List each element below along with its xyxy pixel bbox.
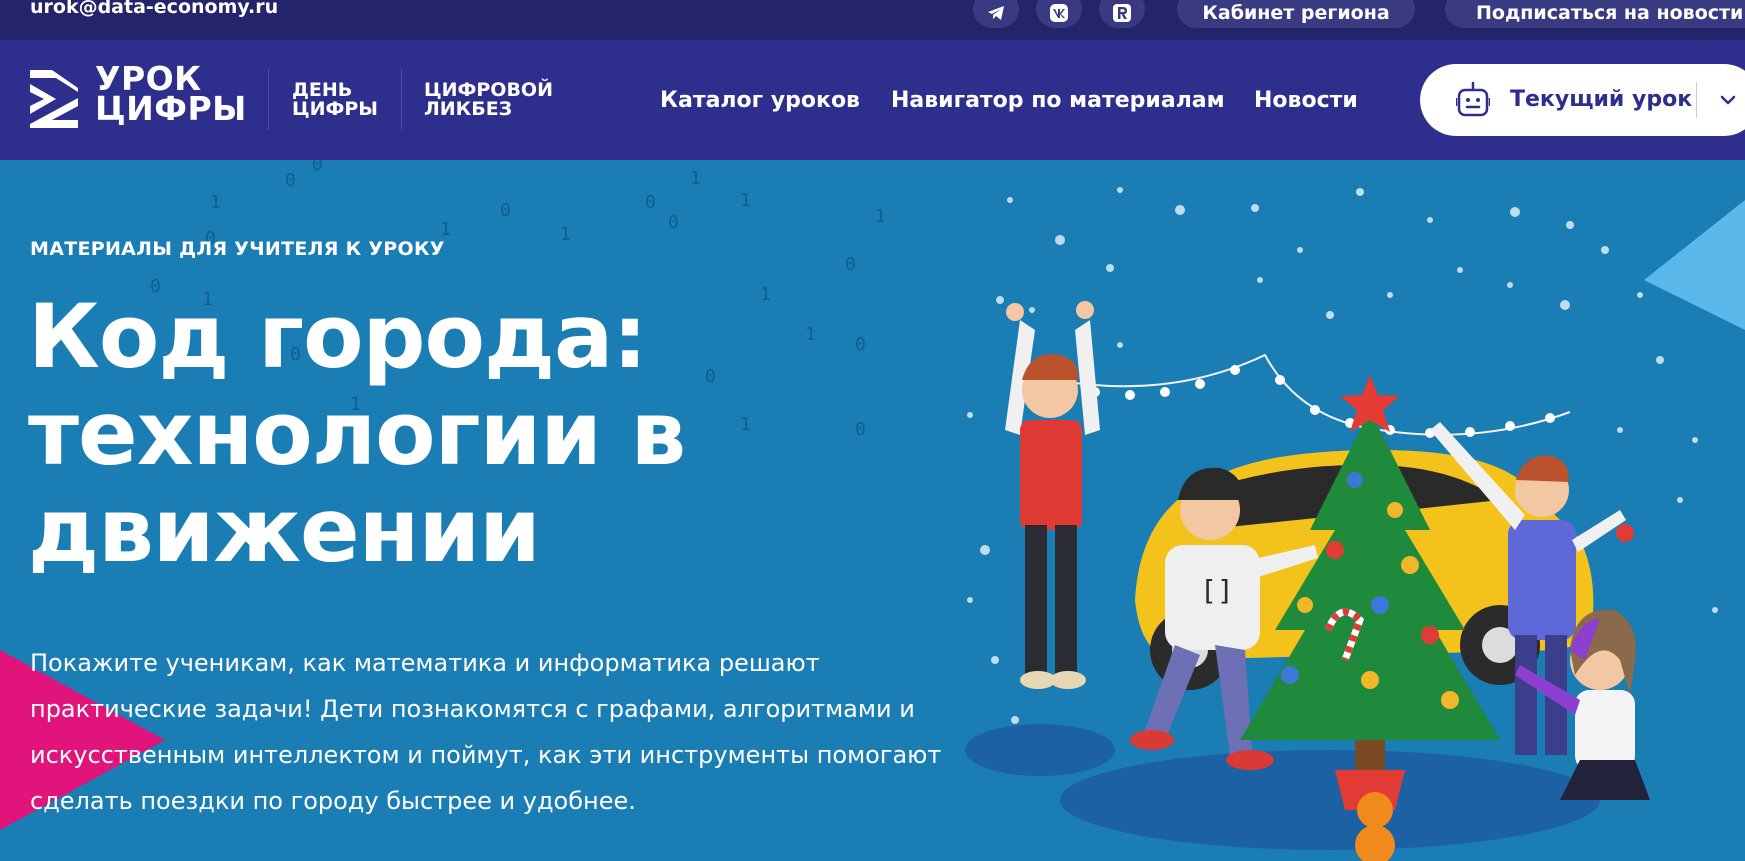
- svg-text:0: 0: [312, 160, 323, 175]
- brand2-line-2: ЦИФРЫ: [292, 98, 378, 120]
- svg-text:1: 1: [875, 206, 886, 227]
- svg-text:1: 1: [210, 192, 221, 213]
- rutube-button[interactable]: [1099, 0, 1145, 28]
- nav-materials-navigator[interactable]: Навигатор по материалам: [891, 88, 1225, 113]
- vk-button[interactable]: [1036, 0, 1082, 28]
- hero-eyebrow: МАТЕРИАЛЫ ДЛЯ УЧИТЕЛЯ К УРОКУ: [30, 238, 445, 260]
- brand3-line-2: ЛИКБЕЗ: [424, 98, 513, 120]
- logo-mark-icon[interactable]: [30, 70, 78, 128]
- top-bar: urok@data-economy.ru Кабинет региона Под…: [0, 0, 1745, 40]
- subscribe-news-button[interactable]: Подписаться на новости: [1445, 0, 1745, 28]
- figure-boy-red-vest: [1005, 301, 1100, 689]
- svg-text:0: 0: [668, 212, 679, 233]
- svg-text:1: 1: [740, 190, 751, 211]
- svg-text:1: 1: [690, 168, 701, 189]
- robot-icon: [1456, 82, 1490, 117]
- current-lesson-label: Текущий урок: [1510, 87, 1693, 112]
- button-separator: [1696, 82, 1697, 118]
- hero-section: 001 110 001 110 001 110 001 01 МАТЕРИАЛЫ…: [0, 160, 1745, 861]
- svg-text:[]: []: [1200, 574, 1234, 607]
- svg-text:0: 0: [855, 419, 866, 440]
- region-cabinet-button[interactable]: Кабинет региона: [1177, 0, 1415, 28]
- chevron-down-icon[interactable]: [1718, 90, 1738, 110]
- logo-text[interactable]: УРОК ЦИФРЫ: [95, 62, 247, 128]
- brand-divider: [268, 68, 269, 130]
- page-title: Код города: технологии в движении: [28, 285, 686, 582]
- svg-text:1: 1: [760, 284, 771, 305]
- svg-text:1: 1: [440, 219, 451, 240]
- nav-lesson-catalog[interactable]: Каталог уроков: [660, 88, 860, 113]
- hero-description: Покажите ученикам, как математика и инфо…: [30, 649, 942, 815]
- brand-divider: [401, 68, 402, 130]
- nav-news[interactable]: Новости: [1254, 88, 1358, 113]
- rutube-icon: [1113, 4, 1131, 22]
- site-header: УРОК ЦИФРЫ ДЕНЬ ЦИФРЫ ЦИФРОВОЙ ЛИКБЕЗ Ка…: [0, 40, 1745, 160]
- digital-literacy-link[interactable]: ЦИФРОВОЙ ЛИКБЕЗ: [424, 81, 553, 119]
- vk-icon: [1050, 4, 1068, 22]
- svg-text:1: 1: [560, 224, 571, 245]
- svg-text:0: 0: [645, 192, 656, 213]
- telegram-button[interactable]: [973, 0, 1019, 28]
- holiday-illustration: []: [965, 187, 1718, 861]
- telegram-icon: [988, 6, 1004, 20]
- svg-text:0: 0: [500, 200, 511, 221]
- day-of-digit-link[interactable]: ДЕНЬ ЦИФРЫ: [292, 81, 378, 119]
- current-lesson-button[interactable]: Текущий урок: [1420, 64, 1745, 136]
- logo-line-2: ЦИФРЫ: [95, 89, 247, 128]
- svg-text:0: 0: [845, 254, 856, 275]
- svg-text:0: 0: [285, 170, 296, 191]
- svg-text:1: 1: [805, 324, 816, 345]
- contact-email-link[interactable]: urok@data-economy.ru: [30, 0, 278, 18]
- svg-text:0: 0: [855, 334, 866, 355]
